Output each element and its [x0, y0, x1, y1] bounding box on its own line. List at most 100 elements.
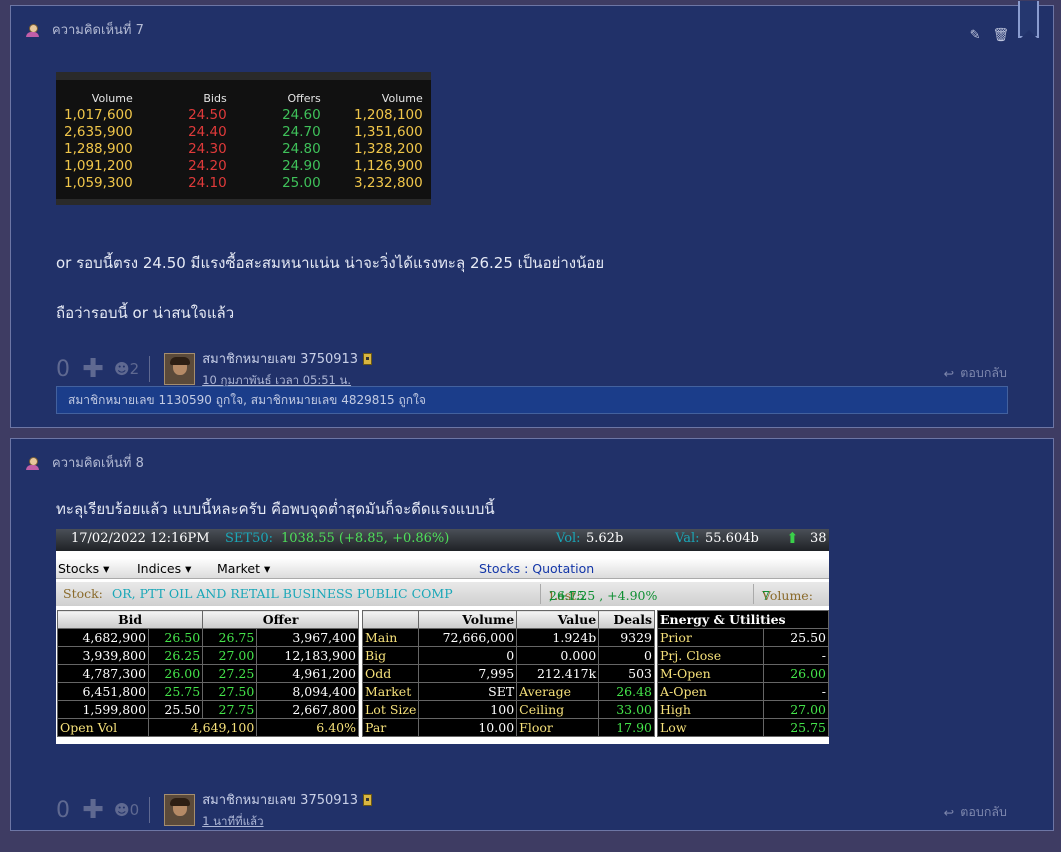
- book-cell: 6,451,800: [56, 682, 150, 701]
- book-cell: 2,667,800: [256, 700, 359, 719]
- info-row: Lot Size 100 Ceiling 33.00: [361, 700, 655, 719]
- depth-cell: 1,208,100: [354, 107, 423, 123]
- quote-menu: Stocks ▾ Indices ▾ Market ▾ Stocks : Quo…: [56, 559, 829, 579]
- bid-header: Bid: [56, 610, 204, 629]
- openvol-pct: 6.40%: [256, 718, 359, 737]
- post-date[interactable]: 1 นาทีที่แล้ว: [202, 814, 263, 828]
- reply-button[interactable]: ↩ ตอบกลับ: [944, 802, 1007, 822]
- reply-label: ตอบกลับ: [960, 804, 1007, 819]
- mid-header: Volume: [418, 610, 518, 629]
- menu-stocks[interactable]: Stocks ▾: [58, 561, 109, 576]
- plus-icon[interactable]: ✚: [80, 795, 106, 825]
- col-offers: Offers: [287, 92, 321, 105]
- set50-label: SET50:: [225, 531, 273, 546]
- book-cell: 8,094,400: [256, 682, 359, 701]
- info-label: Lot Size: [361, 700, 420, 719]
- up-arrow-icon: ⬆: [786, 529, 799, 547]
- offer-header: Offer: [202, 610, 359, 629]
- col-bids: Bids: [203, 92, 227, 105]
- member-name[interactable]: สมาชิกหมายเลข 3750913: [202, 348, 358, 369]
- mid-cell: Odd: [361, 664, 420, 683]
- mid-cell: Big: [361, 646, 420, 665]
- comment-7: ความคิดเห็นที่ 7 ✎ 🗑 Volume Bids Offers …: [10, 1, 1054, 428]
- user-info: สมาชิกหมายเลข 3750913 10 กุมภาพันธ์ เวลา…: [202, 348, 373, 390]
- avatar[interactable]: [164, 353, 196, 385]
- stock-bar: Stock: OR, PTT OIL AND RETAIL BUSINESS P…: [56, 582, 829, 606]
- bid-offer-table: Bid Offer 4,682,900 26.50 26.75 3,967,400 3,…: [56, 610, 359, 737]
- depth-cell: 1,017,600: [64, 107, 133, 123]
- mid-cell: 503: [598, 664, 655, 683]
- mid-cell: 7,995: [418, 664, 518, 683]
- mid-row: Main 72,666,000 1.924b 9329: [361, 628, 655, 647]
- depth-cell: 3,232,800: [354, 175, 423, 191]
- price-row: M-Open 26.00: [657, 664, 829, 683]
- depth-cell: 1,059,300: [64, 175, 133, 191]
- info-label: Floor: [516, 718, 600, 737]
- book-cell: 26.00: [148, 664, 204, 683]
- depth-row: 2,635,900 24.40 24.70 1,351,600: [64, 124, 423, 141]
- depth-row: 1,059,300 24.10 25.00 3,232,800: [64, 175, 423, 192]
- avatar[interactable]: [164, 794, 196, 826]
- volume-table: Volume Value Deals Main 72,666,000 1.924b 9329…: [361, 610, 655, 737]
- depth-row: 1,288,900 24.30 24.80 1,328,200: [64, 141, 423, 158]
- member-name[interactable]: สมาชิกหมายเลข 3750913: [202, 789, 358, 810]
- user-info: สมาชิกหมายเลข 3750913 1 นาทีที่แล้ว: [202, 789, 373, 831]
- menu-market[interactable]: Market ▾: [217, 561, 270, 576]
- comment-header: ความคิดเห็นที่ 7: [25, 19, 144, 40]
- price-value: 26.00: [762, 664, 829, 683]
- mid-cell: 72,666,000: [418, 628, 518, 647]
- price-label: M-Open: [657, 664, 764, 683]
- comment-header: ความคิดเห็นที่ 8: [25, 452, 144, 473]
- sector-label: Energy & Utilities: [657, 610, 829, 629]
- mid-cell: Main: [361, 628, 420, 647]
- divider: [149, 356, 151, 382]
- mid-row: Odd 7,995 212.417k 503: [361, 664, 655, 683]
- book-row: 4,787,300 26.00 27.25 4,961,200: [56, 664, 359, 683]
- menu-indices[interactable]: Indices ▾: [137, 561, 191, 576]
- comment-actions: 0 ✚ ☻ 0 สมาชิกหมายเลข 3750913 1 นาทีที่แล…: [56, 789, 373, 831]
- stock-name: OR, PTT OIL AND RETAIL BUSINESS PUBLIC C…: [112, 586, 453, 601]
- vote-score: 0: [56, 356, 70, 382]
- plus-icon[interactable]: ✚: [80, 354, 106, 384]
- depth-cell: 24.90: [282, 158, 321, 174]
- book-cell: 27.50: [202, 682, 258, 701]
- reply-label: ตอบกลับ: [960, 365, 1007, 380]
- reaction-button[interactable]: ☻ 2: [114, 360, 139, 378]
- mid-cell: 0: [598, 646, 655, 665]
- depth-cell: 2,635,900: [64, 124, 133, 140]
- depth-cell: 1,091,200: [64, 158, 133, 174]
- market-depth-table: Volume Bids Offers Volume 1,017,600 24.50…: [64, 90, 423, 192]
- book-row: 6,451,800 25.75 27.50 8,094,400: [56, 682, 359, 701]
- info-label: Par: [361, 718, 420, 737]
- depth-cell: 24.50: [188, 107, 227, 123]
- vote-score: 0: [56, 797, 70, 823]
- price-value: -: [762, 682, 829, 701]
- price-row: A-Open -: [657, 682, 829, 701]
- mid-header-blank: [361, 610, 420, 629]
- openvol-value: 4,649,100: [148, 718, 258, 737]
- reply-button[interactable]: ↩ ตอบกลับ: [944, 363, 1007, 383]
- depth-cell: 1,288,900: [64, 141, 133, 157]
- edit-icon[interactable]: ✎: [970, 28, 981, 43]
- depth-cell: 1,126,900: [354, 158, 423, 174]
- book-row: 1,599,800 25.50 27.75 2,667,800: [56, 700, 359, 719]
- user-icon: [25, 23, 40, 37]
- likes-bar: สมาชิกหมายเลข 1130590 ถูกใจ, สมาชิกหมายเ…: [56, 386, 1008, 414]
- depth-cell: 1,351,600: [354, 124, 423, 140]
- vol-value: 5.62b: [586, 531, 624, 546]
- depth-cell: 1,328,200: [354, 141, 423, 157]
- quote-title: Stocks : Quotation: [479, 561, 595, 576]
- emoji-icon: ☻: [114, 360, 130, 378]
- delete-icon[interactable]: 🗑: [992, 28, 1009, 43]
- book-row: 3,939,800 26.25 27.00 12,183,900: [56, 646, 359, 665]
- comment-number: ความคิดเห็นที่ 8: [52, 456, 144, 471]
- info-label: Average: [516, 682, 600, 701]
- post-date[interactable]: 10 กุมภาพันธ์ เวลา 05:51 น.: [202, 373, 351, 387]
- reaction-button[interactable]: ☻ 0: [114, 801, 139, 819]
- info-row: Market SET Average 26.48: [361, 682, 655, 701]
- price-row: Prj. Close -: [657, 646, 829, 665]
- last-change: , +1.25 , +4.90%: [549, 588, 658, 603]
- bookmark-icon[interactable]: [1018, 1, 1039, 38]
- book-cell: 25.50: [148, 700, 204, 719]
- book-cell: 26.50: [148, 628, 204, 647]
